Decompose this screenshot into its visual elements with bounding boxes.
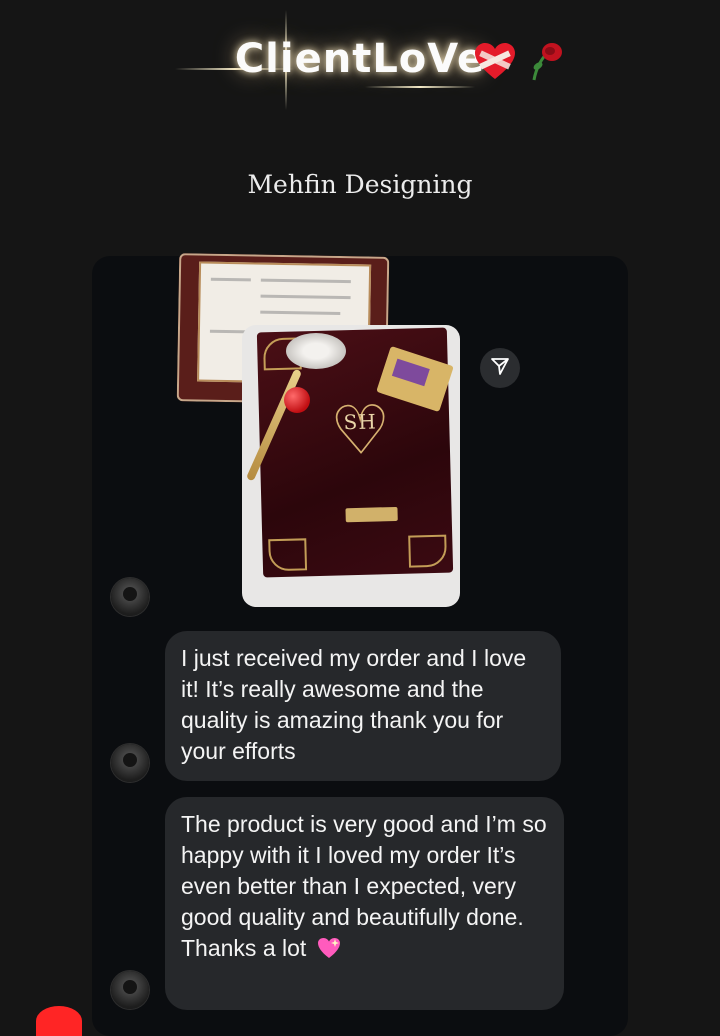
monogram: SH [343, 409, 378, 435]
title-text: ClientLoVe [234, 36, 486, 82]
message-bubble[interactable]: I just received my order and I love it! … [165, 631, 561, 781]
message-text: I just received my order and I love it! … [181, 645, 527, 764]
avatar[interactable] [111, 744, 149, 782]
name-plate [345, 506, 398, 523]
feather-image [286, 333, 346, 369]
message-text: The product is very good and I’m so happ… [181, 811, 547, 961]
product-photo[interactable]: ♡ SH [242, 325, 460, 607]
sparkling-heart-icon [317, 936, 341, 958]
corner-heart-icon [36, 1006, 82, 1036]
red-bead-image [284, 387, 310, 413]
page-title: ClientLoVe [0, 36, 720, 82]
share-button[interactable] [480, 348, 520, 388]
mending-heart-icon [473, 43, 526, 90]
business-name: Mehfin Designing [247, 170, 473, 199]
title-emojis [473, 40, 566, 91]
avatar[interactable] [111, 971, 149, 1009]
wilted-rose-icon [526, 43, 566, 90]
avatar[interactable] [111, 578, 149, 616]
message-bubble[interactable]: The product is very good and I’m so happ… [165, 797, 564, 1010]
send-icon [490, 356, 510, 381]
